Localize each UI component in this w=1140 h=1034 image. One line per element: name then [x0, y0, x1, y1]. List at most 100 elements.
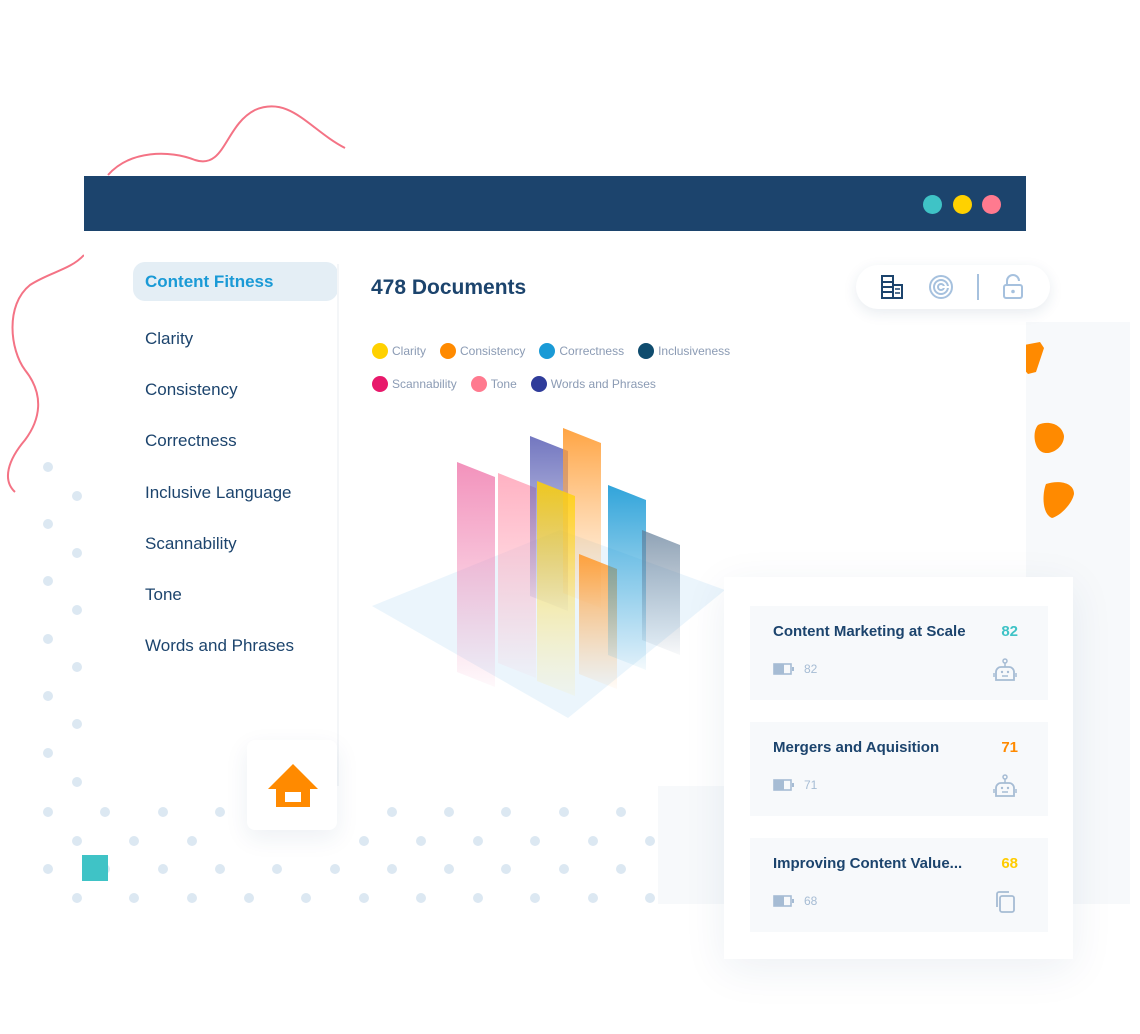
- legend-item-correctness[interactable]: Correctness: [539, 342, 624, 359]
- decorative-dot: [214, 807, 225, 817]
- sidebar-nav: Content Fitness Clarity Consistency Corr…: [133, 262, 338, 672]
- legend-item-clarity[interactable]: Clarity: [372, 342, 427, 359]
- decorative-dot: [444, 864, 455, 874]
- decorative-dot: [157, 864, 168, 874]
- decorative-dot: [415, 893, 426, 903]
- sidebar-item-words-and-phrases[interactable]: Words and Phrases: [133, 621, 338, 672]
- decorative-dot: [616, 807, 626, 817]
- bar-pink: [457, 462, 495, 687]
- decorative-dot: [72, 605, 82, 615]
- battery-icon: [773, 663, 794, 675]
- legend-swatch: [539, 342, 556, 359]
- robot-icon[interactable]: [992, 658, 1018, 682]
- decorative-dot: [43, 519, 53, 530]
- decorative-dot: [243, 893, 254, 903]
- sidebar-item-consistency[interactable]: Consistency: [133, 364, 338, 415]
- decorative-dot: [272, 864, 283, 874]
- decorative-dot: [329, 864, 340, 874]
- decorative-dot: [301, 893, 312, 903]
- document-card[interactable]: Mergers and Aquisition 71 71: [750, 722, 1048, 816]
- legend-item-inclusiveness[interactable]: Inclusiveness: [638, 342, 731, 359]
- decorative-dot: [530, 893, 541, 903]
- sidebar-item-correctness[interactable]: Correctness: [133, 416, 338, 467]
- sidebar-item-label: Inclusive Language: [145, 482, 292, 502]
- home-icon: [268, 764, 318, 807]
- home-button[interactable]: [247, 740, 337, 830]
- decorative-dot: [386, 807, 397, 817]
- legend-item-consistency[interactable]: Consistency: [440, 342, 525, 359]
- decorative-dot: [358, 836, 369, 846]
- window-control-pink[interactable]: [982, 195, 1001, 214]
- bar-slate: [642, 530, 680, 655]
- legend-label: Clarity: [392, 343, 427, 358]
- document-meta: 71: [773, 778, 817, 792]
- document-title: Content Marketing at Scale: [773, 623, 966, 640]
- decorative-dot: [129, 836, 140, 846]
- sidebar-item-tone[interactable]: Tone: [133, 569, 338, 620]
- document-score: 82: [1001, 623, 1018, 640]
- legend-label: Inclusiveness: [658, 343, 731, 358]
- chart-legend: Clarity Consistency Correctness Inclusiv…: [372, 334, 792, 401]
- decorative-dot: [72, 547, 82, 558]
- document-meta-value: 68: [804, 894, 818, 908]
- document-score: 71: [1001, 739, 1018, 756]
- legend-label: Words and Phrases: [550, 377, 656, 392]
- toolbar-separator: [977, 274, 979, 300]
- radar-chart-icon[interactable]: [928, 274, 954, 300]
- pink-squiggle-left: [7, 254, 85, 493]
- decorative-dot: [415, 836, 426, 846]
- decorative-dot: [386, 864, 397, 874]
- decorative-dot: [157, 807, 168, 817]
- legend-item-tone[interactable]: Tone: [470, 376, 517, 393]
- table-view-icon[interactable]: [879, 274, 905, 300]
- decorative-dot: [43, 462, 53, 472]
- document-card[interactable]: Improving Content Value... 68 68: [750, 838, 1048, 932]
- decorative-dot: [587, 893, 598, 903]
- decorative-dot: [186, 836, 197, 846]
- legend-item-words-and-phrases[interactable]: Words and Phrases: [530, 376, 656, 393]
- sidebar-item-content-fitness[interactable]: Content Fitness: [133, 262, 338, 301]
- decorative-dot: [358, 893, 369, 903]
- decorative-dot: [214, 864, 225, 874]
- decorative-dot: [72, 893, 82, 903]
- decorative-dot: [72, 836, 82, 846]
- decorative-teal-square: [82, 855, 108, 881]
- copy-icon[interactable]: [992, 890, 1018, 914]
- battery-icon: [773, 895, 794, 907]
- robot-icon[interactable]: [992, 774, 1018, 798]
- document-meta-value: 71: [804, 778, 818, 792]
- legend-row: Scannability Tone Words and Phrases: [372, 368, 792, 402]
- legend-swatch: [470, 376, 487, 393]
- decorative-dot: [530, 836, 541, 846]
- window-titlebar: [84, 176, 1026, 231]
- decorative-dot: [43, 748, 53, 758]
- decorative-dot: [473, 836, 484, 846]
- decorative-dot: [587, 836, 598, 846]
- decorative-dot: [501, 807, 512, 817]
- document-card[interactable]: Content Marketing at Scale 82 82: [750, 606, 1048, 700]
- document-title: Mergers and Aquisition: [773, 739, 940, 756]
- sidebar-item-scannability[interactable]: Scannability: [133, 518, 338, 569]
- decorative-dot: [645, 893, 655, 903]
- sidebar-item-inclusive-language[interactable]: Inclusive Language: [133, 467, 338, 518]
- legend-swatch: [372, 376, 388, 393]
- legend-swatch: [638, 342, 655, 359]
- unlock-icon[interactable]: [1000, 274, 1026, 300]
- decorative-dot: [43, 633, 53, 644]
- decorative-dot: [72, 662, 82, 673]
- legend-item-scannability[interactable]: Scannability: [372, 376, 457, 393]
- window-control-teal[interactable]: [923, 195, 942, 214]
- bar-yellow: [537, 481, 575, 696]
- document-meta: 82: [773, 662, 817, 676]
- decorative-dot: [72, 719, 82, 730]
- sidebar-item-clarity[interactable]: Clarity: [133, 313, 338, 364]
- decorative-dot: [616, 864, 626, 874]
- document-meta-value: 82: [804, 662, 818, 676]
- view-toolbar: [856, 265, 1050, 309]
- window-control-yellow[interactable]: [953, 195, 972, 214]
- decorative-dot: [501, 864, 512, 874]
- legend-swatch: [440, 342, 457, 359]
- sidebar-item-label: Content Fitness: [145, 271, 274, 291]
- isometric-bar-chart: [372, 428, 725, 718]
- decorative-dot: [72, 490, 82, 501]
